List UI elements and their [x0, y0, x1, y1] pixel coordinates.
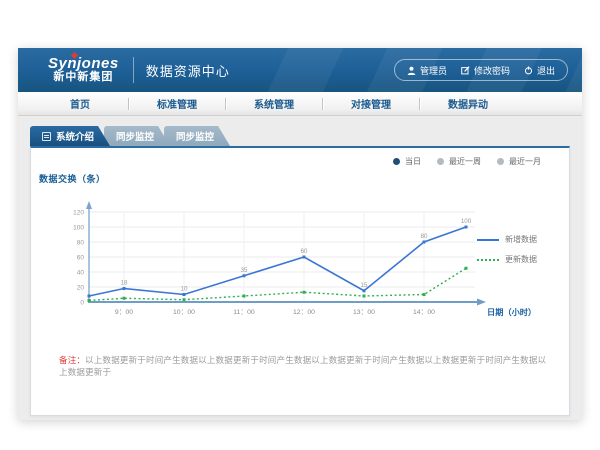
svg-text:11：00: 11：00: [233, 309, 255, 316]
tab-sync-monitor-1[interactable]: 同步监控: [104, 126, 170, 146]
nav-item-system-mgmt[interactable]: 系统管理: [226, 96, 322, 111]
svg-text:40: 40: [77, 269, 85, 276]
svg-text:15: 15: [361, 282, 368, 289]
app-header: Synjones 新中新集团 数据资源中心 管理员 修改密码: [18, 48, 582, 92]
page-title: 数据资源中心: [146, 61, 230, 80]
edit-icon: [461, 66, 470, 75]
company-logo: Synjones 新中新集团: [48, 56, 119, 83]
radio-icon: [437, 158, 444, 165]
legend-item-new-data: 新增数据: [477, 234, 555, 245]
svg-text:100: 100: [73, 224, 84, 231]
footnote: 备注：以上数据更新于时间产生数据以上数据更新于时间产生数据以上数据更新于时间产生…: [59, 354, 549, 378]
series-label: 更新数据: [505, 254, 537, 265]
document-icon: [42, 132, 51, 141]
legend-item-update-data: 更新数据: [477, 254, 555, 265]
line-chart: 9：00 10：00 11：00 12：00 13：00 14：00 0 20 40 60 80 10…: [41, 193, 541, 331]
svg-text:100: 100: [461, 218, 472, 225]
svg-text:日期（小时）: 日期（小时）: [487, 307, 536, 317]
series-legend: 新增数据 更新数据: [477, 234, 555, 274]
svg-text:120: 120: [73, 209, 84, 216]
series-label: 新增数据: [505, 234, 537, 245]
tab-label: 系统介绍: [56, 129, 94, 143]
svg-text:10: 10: [181, 286, 188, 293]
tab-strip: 系统介绍 同步监控 同步监控: [30, 126, 570, 146]
svg-text:20: 20: [77, 284, 85, 291]
current-user-button[interactable]: 管理员: [407, 64, 447, 77]
logo-text-en: Synjones: [48, 56, 119, 72]
change-password-button[interactable]: 修改密码: [461, 64, 510, 77]
svg-text:14：00: 14：00: [413, 309, 435, 316]
content-area: 系统介绍 同步监控 同步监控 当日 最近一周: [18, 116, 582, 416]
range-option-last-week[interactable]: 最近一周: [437, 156, 481, 167]
tab-system-intro[interactable]: 系统介绍: [30, 126, 110, 146]
nav-item-data-change[interactable]: 数据异动: [420, 96, 516, 111]
change-password-label: 修改密码: [474, 64, 510, 77]
line-swatch-solid: [477, 239, 499, 241]
svg-text:0: 0: [80, 299, 84, 306]
svg-text:80: 80: [77, 239, 85, 246]
svg-text:80: 80: [421, 233, 428, 240]
current-user-label: 管理员: [420, 64, 447, 77]
footnote-prefix: 备注：: [59, 355, 85, 365]
range-option-label: 当日: [405, 156, 421, 167]
svg-text:13：00: 13：00: [353, 309, 375, 316]
range-option-last-month[interactable]: 最近一月: [497, 156, 541, 167]
main-nav: 首页 标准管理 系统管理 对接管理 数据异动: [18, 92, 582, 116]
radio-icon: [497, 158, 504, 165]
user-toolbar: 管理员 修改密码 退出: [394, 59, 568, 81]
svg-text:60: 60: [77, 254, 85, 261]
app-window: Synjones 新中新集团 数据资源中心 管理员 修改密码: [18, 48, 582, 420]
range-selector: 当日 最近一周 最近一月: [393, 156, 541, 167]
y-axis-title: 数据交换（条）: [39, 172, 106, 185]
logout-label: 退出: [537, 64, 555, 77]
svg-text:12：00: 12：00: [293, 309, 315, 316]
nav-item-home[interactable]: 首页: [32, 96, 128, 111]
range-option-label: 最近一月: [509, 156, 541, 167]
svg-text:18: 18: [121, 280, 128, 287]
nav-item-standard-mgmt[interactable]: 标准管理: [129, 96, 225, 111]
tab-sync-monitor-2[interactable]: 同步监控: [164, 126, 230, 146]
logout-button[interactable]: 退出: [524, 64, 555, 77]
header-divider: [133, 57, 134, 83]
range-option-label: 最近一周: [449, 156, 481, 167]
line-swatch-dotted: [477, 259, 499, 261]
user-icon: [407, 66, 416, 75]
radio-icon: [393, 158, 400, 165]
line-chart-svg: 9：00 10：00 11：00 12：00 13：00 14：00 0 20 40 60 80 10…: [41, 193, 541, 331]
svg-text:10：00: 10：00: [173, 309, 195, 316]
nav-item-interface-mgmt[interactable]: 对接管理: [323, 96, 419, 111]
footnote-text: 以上数据更新于时间产生数据以上数据更新于时间产生数据以上数据更新于时间产生数据以…: [59, 355, 546, 377]
svg-text:9：00: 9：00: [115, 309, 133, 316]
svg-text:35: 35: [241, 267, 248, 274]
logo-text-cn: 新中新集团: [48, 72, 119, 84]
tab-label: 同步监控: [116, 129, 154, 143]
tab-label: 同步监控: [176, 129, 214, 143]
power-icon: [524, 66, 533, 75]
range-option-today[interactable]: 当日: [393, 156, 421, 167]
svg-text:60: 60: [301, 248, 308, 255]
chart-panel: 当日 最近一周 最近一月 数据交换（条） 9：00 10：00 11：00 12：00…: [30, 146, 570, 416]
